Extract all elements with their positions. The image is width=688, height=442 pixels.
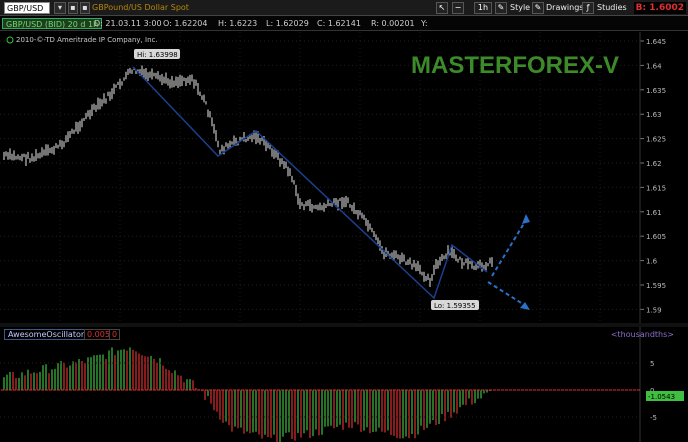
copyright-text: 2010-©-TD Ameritrade IP Company, Inc. — [16, 36, 158, 44]
hi-label: Hi: 1.63998 — [137, 51, 178, 59]
price-tick-label: 1.59 — [646, 306, 662, 314]
lo-label: Lo: 1.59355 — [434, 302, 476, 310]
price-tick-label: 1.63 — [646, 111, 662, 119]
oscillator-current-value: -1.0543 — [648, 393, 675, 401]
price-tick-label: 1.62 — [646, 160, 662, 168]
price-chart[interactable]: 1.6451.641.6351.631.6251.621.6151.611.60… — [0, 0, 688, 442]
indicator-name[interactable]: AwesomeOscillator — [4, 329, 89, 340]
oscillator-tick-label: 5 — [650, 360, 654, 368]
panel-splitter[interactable] — [0, 323, 688, 327]
price-tick-label: 1.595 — [646, 282, 666, 290]
indicator-units: <thousandths> — [610, 330, 674, 339]
price-tick-label: 1.61 — [646, 209, 662, 217]
price-tick-label: 1.625 — [646, 136, 666, 144]
price-tick-label: 1.645 — [646, 38, 666, 46]
price-tick-label: 1.6 — [646, 258, 658, 266]
price-tick-label: 1.605 — [646, 233, 666, 241]
price-tick-label: 1.635 — [646, 87, 666, 95]
price-tick-label: 1.615 — [646, 184, 666, 192]
oscillator-tick-label: -5 — [650, 414, 657, 422]
price-tick-label: 1.64 — [646, 62, 662, 70]
indicator-zero: 0 — [109, 329, 121, 340]
watermark-title: MASTERFOREX-V — [411, 52, 619, 79]
